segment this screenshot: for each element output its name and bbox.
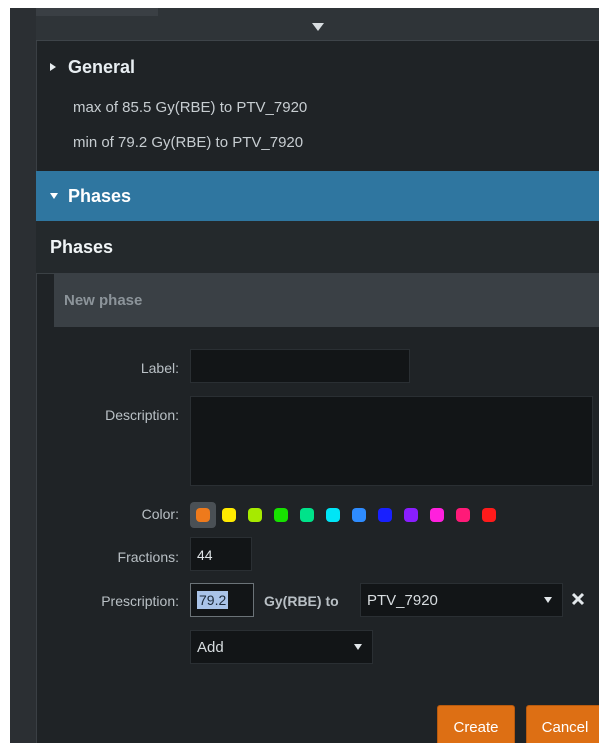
new-phase-header: New phase <box>54 273 599 327</box>
expand-down-icon <box>50 193 58 199</box>
target-select[interactable]: PTV_7920 <box>360 583 563 617</box>
create-button[interactable]: Create <box>437 705 515 743</box>
general-section-header[interactable]: General <box>36 54 599 80</box>
fractions-input-value: 44 <box>197 547 213 563</box>
cancel-button[interactable]: Cancel <box>526 705 599 743</box>
top-toolbar <box>36 8 599 41</box>
general-line-max: max of 85.5 Gy(RBE) to PTV_7920 <box>73 99 308 116</box>
general-line-min: min of 79.2 Gy(RBE) to PTV_7920 <box>73 134 304 151</box>
collapse-arrow-icon[interactable] <box>312 23 324 31</box>
add-select[interactable]: Add <box>190 630 373 664</box>
color-field-label: Color: <box>141 506 179 522</box>
color-swatch[interactable] <box>456 508 470 522</box>
prescription-unit: Gy(RBE) to <box>264 593 339 609</box>
cancel-button-label: Cancel <box>541 718 589 736</box>
color-swatch[interactable] <box>222 508 236 522</box>
fractions-field-label: Fractions: <box>117 549 179 565</box>
phases-subheader: Phases <box>36 221 599 274</box>
description-field-label: Description: <box>105 407 179 423</box>
left-sidebar <box>10 8 37 743</box>
color-swatch[interactable] <box>196 508 210 522</box>
chevron-down-icon <box>544 597 552 603</box>
color-swatch[interactable] <box>430 508 444 522</box>
label-input[interactable] <box>190 349 410 383</box>
target-select-value: PTV_7920 <box>367 591 438 609</box>
color-swatch[interactable] <box>352 508 366 522</box>
color-swatch[interactable] <box>274 508 288 522</box>
prescription-dose-input[interactable]: 79.2 <box>190 583 254 617</box>
general-title: General <box>68 56 136 77</box>
expand-right-icon <box>50 63 56 71</box>
color-swatch[interactable] <box>300 508 314 522</box>
prescription-field-label: Prescription: <box>101 593 179 609</box>
chevron-down-icon <box>354 644 362 650</box>
close-icon[interactable] <box>571 592 585 606</box>
color-swatch[interactable] <box>248 508 262 522</box>
label-field-label: Label: <box>140 360 179 376</box>
phases-subheader-label: Phases <box>50 236 114 257</box>
top-tab[interactable] <box>36 8 158 16</box>
color-swatch[interactable] <box>378 508 392 522</box>
phases-section-header[interactable]: Phases <box>36 171 599 221</box>
phases-title: Phases <box>68 185 132 206</box>
create-button-label: Create <box>453 718 499 736</box>
new-phase-panel: New phase Label: Description: Color: Fra… <box>54 273 599 743</box>
prescription-dose-value: 79.2 <box>197 591 229 609</box>
description-input[interactable] <box>190 396 593 486</box>
color-swatch[interactable] <box>326 508 340 522</box>
add-select-value: Add <box>197 638 224 656</box>
new-phase-title: New phase <box>64 291 143 309</box>
app-frame: General max of 85.5 Gy(RBE) to PTV_7920 … <box>10 8 599 743</box>
fractions-input[interactable]: 44 <box>190 537 252 571</box>
color-swatch[interactable] <box>404 508 418 522</box>
color-swatch[interactable] <box>482 508 496 522</box>
